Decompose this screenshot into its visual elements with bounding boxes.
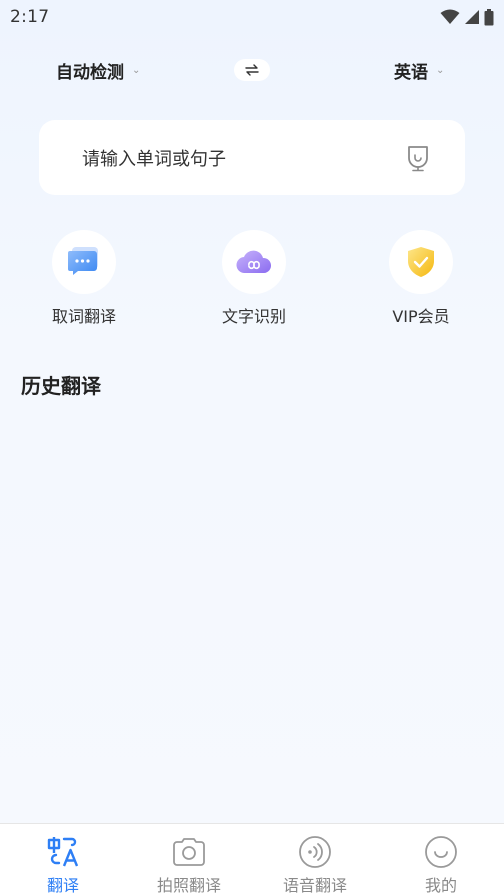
- feature-icon-circle: [389, 230, 453, 294]
- feature-label: 文字识别: [221, 307, 286, 326]
- source-language-label: 自动检测: [56, 62, 124, 83]
- feature-icon-circle: [222, 230, 286, 294]
- wifi-icon: [440, 9, 460, 24]
- tab-label: 翻译: [46, 876, 79, 895]
- signal-icon: [465, 10, 479, 24]
- feature-label: VIP会员: [392, 307, 450, 326]
- tab-icon: [45, 834, 81, 870]
- tab-voice-translate[interactable]: 语音翻译: [260, 824, 370, 896]
- swap-icon: [245, 64, 259, 76]
- input-placeholder: 请输入单词或句子: [82, 148, 226, 170]
- feature-vip[interactable]: VIP会员: [361, 230, 481, 327]
- tab-photo-translate[interactable]: 拍照翻译: [134, 824, 244, 896]
- translate-input[interactable]: 请输入单词或句子: [39, 120, 465, 195]
- chevron-down-icon: ⌄: [132, 64, 141, 76]
- feature-text-recognition[interactable]: 文字识别: [194, 230, 314, 327]
- tab-label: 我的: [424, 876, 457, 895]
- status-time: 2:17: [10, 7, 50, 27]
- target-language-selector[interactable]: 英语 ⌄: [394, 52, 444, 88]
- translate-icon: [47, 837, 79, 867]
- voice-icon: [299, 836, 331, 868]
- feature-word-translate[interactable]: 取词翻译: [24, 230, 144, 327]
- feature-icon-circle: [52, 230, 116, 294]
- bottom-tab-bar: 翻译 拍照翻译 语音翻译 我的: [0, 823, 504, 896]
- chevron-down-icon: ⌄: [436, 64, 445, 76]
- status-bar: 2:17: [0, 0, 504, 34]
- target-language-label: 英语: [394, 62, 428, 83]
- language-bar: 自动检测 ⌄ 英语 ⌄: [0, 52, 504, 88]
- chat-bubble-icon: [68, 247, 98, 275]
- camera-icon: [173, 838, 205, 866]
- tab-icon: [297, 834, 333, 870]
- battery-icon: [484, 8, 494, 25]
- feature-label: 取词翻译: [51, 307, 116, 326]
- feature-shortcuts: 取词翻译 文字识别 VIP会员: [0, 230, 504, 330]
- cloud-icon: [236, 250, 272, 274]
- tab-icon: [423, 834, 459, 870]
- history-title: 历史翻译: [21, 374, 101, 398]
- tab-label: 语音翻译: [282, 876, 347, 895]
- tab-mine[interactable]: 我的: [386, 824, 496, 896]
- source-language-selector[interactable]: 自动检测 ⌄: [56, 52, 140, 88]
- tab-label: 拍照翻译: [156, 876, 221, 895]
- tab-icon: [171, 834, 207, 870]
- status-icons: [440, 8, 494, 26]
- microphone-icon[interactable]: [405, 144, 431, 172]
- smile-icon: [425, 836, 457, 868]
- swap-language-button[interactable]: [234, 59, 270, 81]
- shield-icon: [408, 247, 434, 277]
- tab-translate[interactable]: 翻译: [8, 824, 118, 896]
